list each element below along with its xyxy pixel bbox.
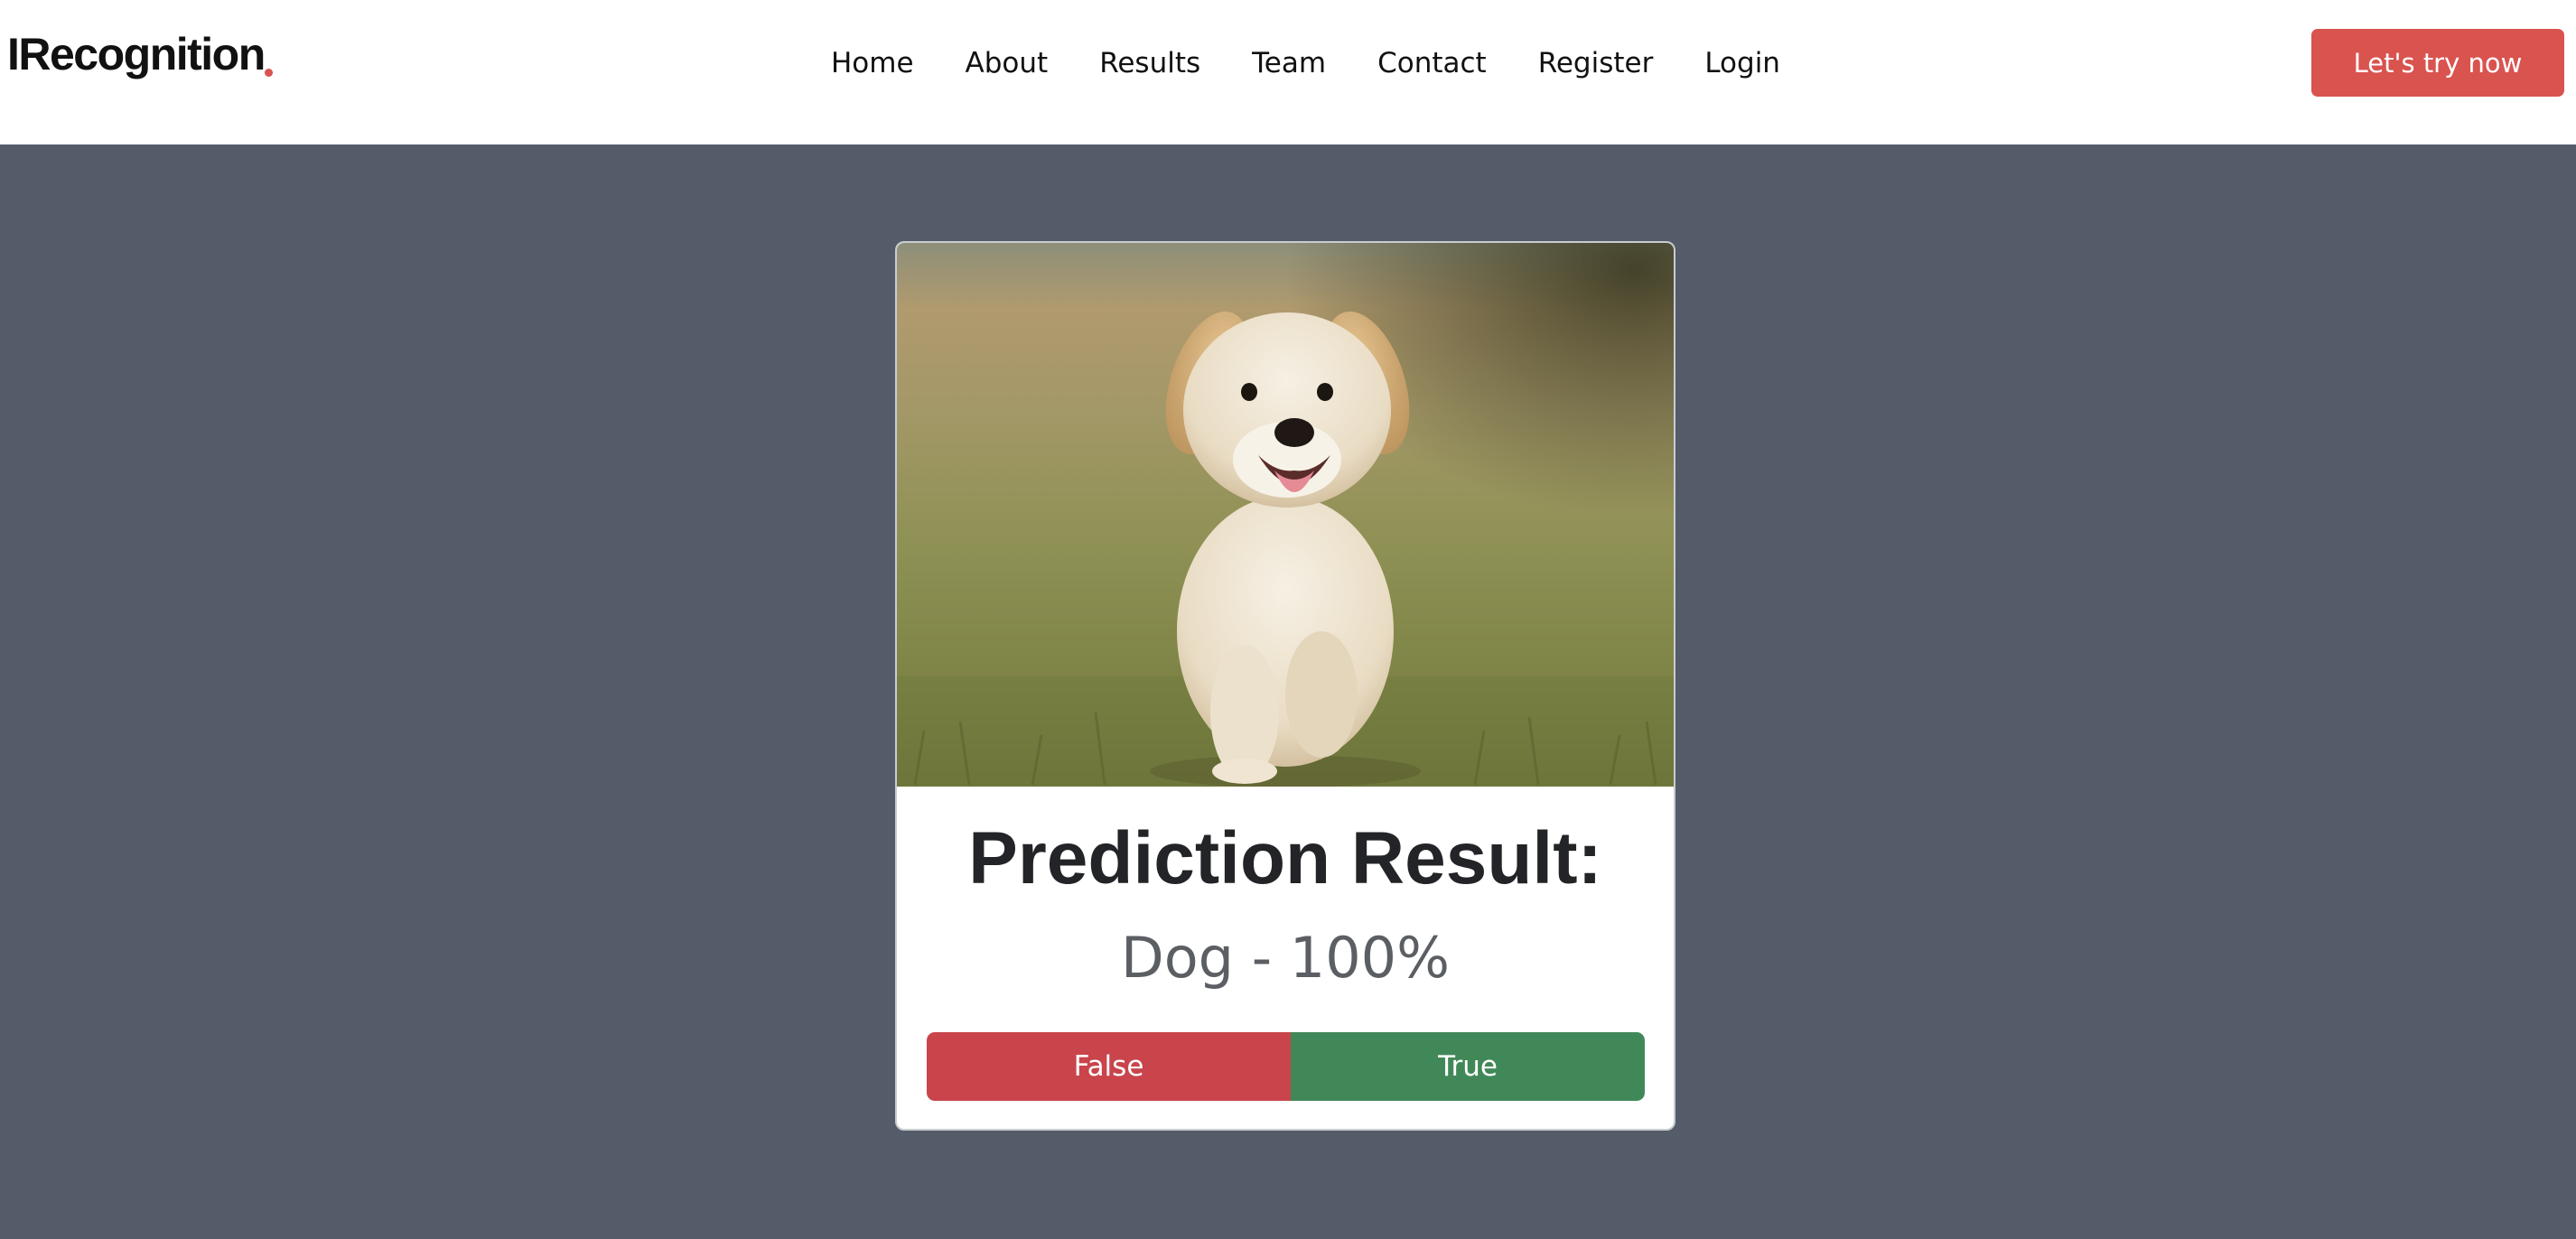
- nav-team[interactable]: Team: [1252, 36, 1326, 90]
- nav-register[interactable]: Register: [1538, 36, 1654, 90]
- true-button[interactable]: True: [1291, 1032, 1645, 1101]
- prediction-value: Dog - 100%: [1120, 925, 1451, 991]
- prediction-card: Prediction Result: Dog - 100% False True: [895, 241, 1675, 1131]
- site-header: IRecognition Home About Results Team Con…: [0, 0, 2576, 144]
- logo-dot: [265, 69, 273, 77]
- nav-contact[interactable]: Contact: [1377, 36, 1487, 90]
- nav-about[interactable]: About: [966, 36, 1049, 90]
- try-now-button[interactable]: Let's try now: [2311, 29, 2564, 97]
- main-nav: Home About Results Team Contact Register…: [831, 36, 1780, 90]
- feedback-button-group: False True: [927, 1032, 1645, 1101]
- nav-results[interactable]: Results: [1099, 36, 1200, 90]
- site-logo[interactable]: IRecognition: [7, 25, 266, 83]
- nav-home[interactable]: Home: [831, 36, 914, 90]
- prediction-title: Prediction Result:: [968, 817, 1602, 899]
- nav-login[interactable]: Login: [1704, 36, 1780, 90]
- false-button[interactable]: False: [927, 1032, 1291, 1101]
- puppy-photo: [897, 243, 1674, 787]
